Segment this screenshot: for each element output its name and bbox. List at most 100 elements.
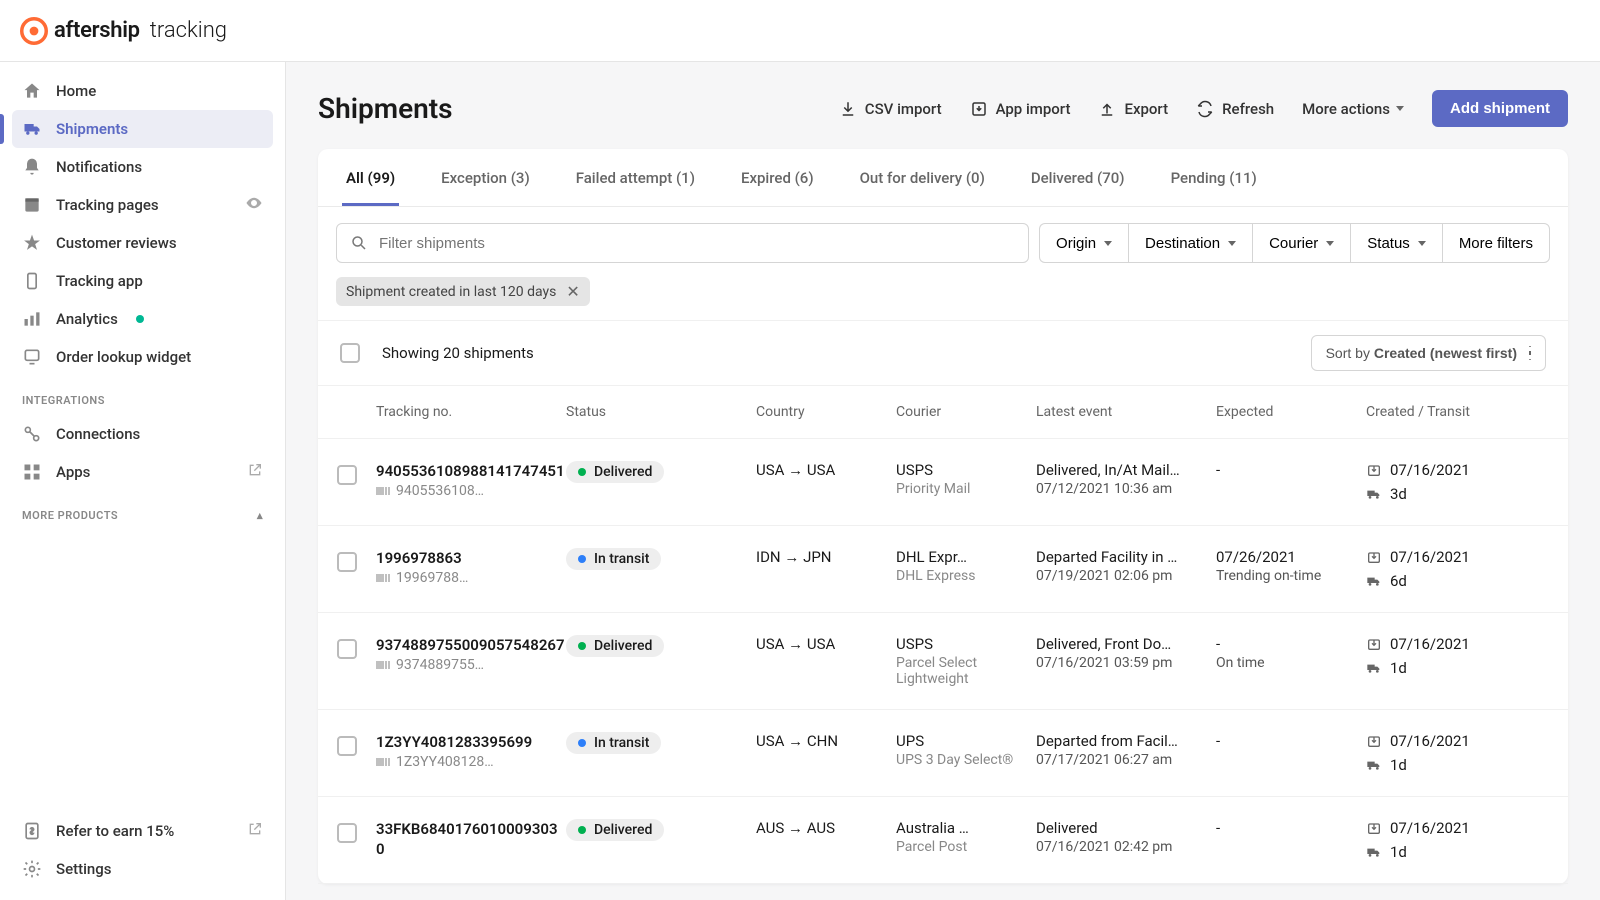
sidebar-item-label: Settings — [56, 860, 112, 878]
brand-logo[interactable]: aftership tracking — [20, 17, 227, 45]
sidebar-item-apps[interactable]: Apps — [12, 453, 273, 491]
transit-duration: 1d — [1366, 756, 1526, 774]
table-row[interactable]: 1Z3YY4081283395699 1Z3YY408128… In trans… — [318, 710, 1568, 797]
filter-destination[interactable]: Destination — [1128, 223, 1252, 263]
created-icon — [1366, 636, 1382, 652]
tracking-number: 1996978863 — [376, 548, 566, 568]
aftership-logo-icon — [20, 17, 48, 45]
truck-small-icon — [1366, 844, 1382, 860]
tab-out-for-delivery[interactable]: Out for delivery (0) — [856, 149, 989, 206]
sidebar-item-tracking-app[interactable]: Tracking app — [12, 262, 273, 300]
expected-note: On time — [1216, 655, 1366, 671]
refresh-button[interactable]: Refresh — [1196, 100, 1274, 118]
cell-country: USA → USA — [756, 461, 896, 479]
filter-origin[interactable]: Origin — [1039, 223, 1128, 263]
brand-product: tracking — [150, 18, 227, 43]
section-integrations: INTEGRATIONS — [0, 376, 285, 415]
row-checkbox[interactable] — [337, 639, 357, 659]
sidebar-item-connections[interactable]: Connections — [12, 415, 273, 453]
barcode-icon — [376, 485, 390, 497]
filters-row: Origin Destination Courier Status More f… — [318, 207, 1568, 321]
table-row[interactable]: 9374889755009057548267 9374889755… Deliv… — [318, 613, 1568, 710]
latest-event: Delivered — [1036, 819, 1216, 837]
sidebar-item-settings[interactable]: Settings — [12, 850, 273, 888]
created-date: 07/16/2021 — [1366, 548, 1526, 566]
export-button[interactable]: Export — [1098, 100, 1168, 118]
sidebar-item-shipments[interactable]: Shipments — [12, 110, 273, 148]
courier-name: Australia … — [896, 819, 1036, 837]
sidebar-item-label: Notifications — [56, 158, 142, 176]
tab-pending[interactable]: Pending (11) — [1167, 149, 1261, 206]
status-tabs: All (99) Exception (3) Failed attempt (1… — [318, 149, 1568, 207]
courier-name: UPS — [896, 732, 1036, 750]
expected-date: - — [1216, 635, 1366, 653]
chevron-down-icon — [1418, 241, 1426, 246]
brand-name: aftership — [54, 18, 140, 43]
tab-exception[interactable]: Exception (3) — [437, 149, 534, 206]
add-shipment-button[interactable]: Add shipment — [1432, 90, 1568, 127]
filter-status[interactable]: Status — [1350, 223, 1442, 263]
csv-import-button[interactable]: CSV import — [839, 100, 942, 118]
shipments-card: All (99) Exception (3) Failed attempt (1… — [318, 149, 1568, 884]
tab-all[interactable]: All (99) — [342, 149, 399, 206]
expected-date: - — [1216, 732, 1366, 750]
tab-expired[interactable]: Expired (6) — [737, 149, 818, 206]
app-header: aftership tracking — [0, 0, 1600, 62]
chip-remove-icon[interactable]: ✕ — [566, 282, 579, 301]
tab-failed[interactable]: Failed attempt (1) — [572, 149, 699, 206]
row-checkbox[interactable] — [337, 823, 357, 843]
table-row[interactable]: 9405536108988141747451 9405536108… Deliv… — [318, 439, 1568, 526]
main-content: Shipments CSV import App import Export R… — [286, 62, 1600, 900]
external-link-icon — [247, 462, 263, 482]
filter-courier[interactable]: Courier — [1252, 223, 1350, 263]
sidebar-item-refer[interactable]: Refer to earn 15% — [12, 812, 273, 850]
truck-small-icon — [1366, 757, 1382, 773]
select-all-checkbox[interactable] — [340, 343, 360, 363]
sidebar-item-home[interactable]: Home — [12, 72, 273, 110]
status-badge: Delivered — [566, 461, 664, 483]
row-checkbox[interactable] — [337, 465, 357, 485]
app-import-button[interactable]: App import — [970, 100, 1071, 118]
refresh-icon — [1196, 100, 1214, 118]
tracking-sub: 19969788… — [376, 570, 566, 586]
row-checkbox[interactable] — [337, 552, 357, 572]
external-link-icon — [247, 821, 263, 841]
new-indicator-dot — [136, 315, 144, 323]
cell-country: AUS → AUS — [756, 819, 896, 837]
more-actions-button[interactable]: More actions — [1302, 100, 1404, 118]
sidebar-item-tracking-pages[interactable]: Tracking pages — [12, 186, 273, 224]
results-count: Showing 20 shipments — [382, 344, 534, 362]
barcode-icon — [376, 572, 390, 584]
sidebar-item-order-lookup[interactable]: Order lookup widget — [12, 338, 273, 376]
sidebar-item-label: Analytics — [56, 310, 118, 328]
cell-country: IDN → JPN — [756, 548, 896, 566]
dollar-icon — [22, 821, 42, 841]
courier-name: DHL Expr… — [896, 548, 1036, 566]
cell-country: USA → CHN — [756, 732, 896, 750]
section-more-products[interactable]: MORE PRODUCTS ▴ — [0, 491, 285, 530]
chevron-down-icon — [1228, 241, 1236, 246]
sidebar-item-analytics[interactable]: Analytics — [12, 300, 273, 338]
apps-icon — [22, 462, 42, 482]
barcode-icon — [376, 659, 390, 671]
download-icon — [839, 100, 857, 118]
filter-more[interactable]: More filters — [1442, 223, 1550, 263]
download-box-icon — [970, 100, 988, 118]
row-checkbox[interactable] — [337, 736, 357, 756]
chevron-down-icon — [1396, 106, 1404, 111]
created-date: 07/16/2021 — [1366, 732, 1526, 750]
transit-duration: 3d — [1366, 485, 1526, 503]
col-latest-event: Latest event — [1036, 404, 1216, 420]
tracking-number: 33FKB68401760100093030 — [376, 819, 566, 860]
sidebar-item-notifications[interactable]: Notifications — [12, 148, 273, 186]
latest-event: Delivered, Front Do… — [1036, 635, 1216, 653]
event-time: 07/17/2021 06:27 am — [1036, 752, 1216, 768]
tab-delivered[interactable]: Delivered (70) — [1027, 149, 1129, 206]
sidebar-item-customer-reviews[interactable]: Customer reviews — [12, 224, 273, 262]
table-row[interactable]: 1996978863 19969788… In transit IDN → JP… — [318, 526, 1568, 613]
table-row[interactable]: 33FKB68401760100093030 Delivered AUS → A… — [318, 797, 1568, 884]
sort-button[interactable]: Sort by Created (newest first) — [1311, 335, 1546, 371]
filter-shipments-input[interactable] — [336, 223, 1029, 263]
courier-service: UPS 3 Day Select® — [896, 752, 1036, 768]
preview-icon[interactable] — [245, 194, 263, 216]
